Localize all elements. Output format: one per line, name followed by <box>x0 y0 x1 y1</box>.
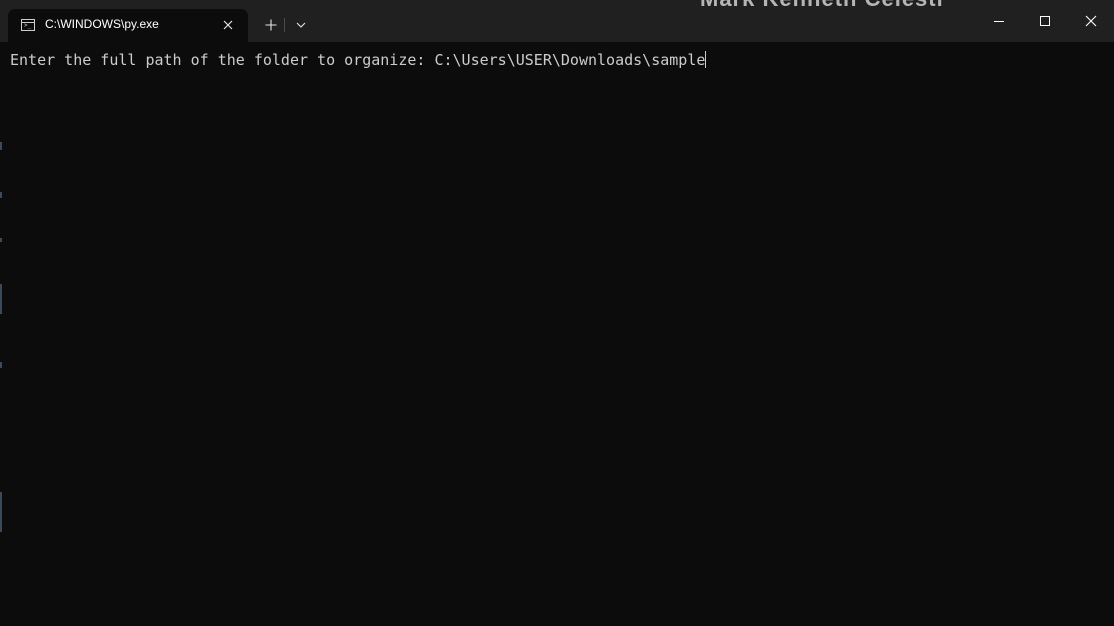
plus-icon <box>265 19 277 31</box>
tab-py-exe[interactable]: C:\WINDOWS\py.exe <box>8 9 248 42</box>
close-icon <box>223 20 233 30</box>
close-button[interactable] <box>1068 0 1114 42</box>
maximize-icon <box>1040 16 1050 26</box>
tab-separator <box>284 18 285 32</box>
prompt-text: Enter the full path of the folder to org… <box>10 51 435 69</box>
terminal-icon <box>21 19 35 31</box>
input-prompt-line: Enter the full path of the folder to org… <box>10 50 707 70</box>
minimize-button[interactable] <box>976 0 1022 42</box>
terminal-window: Mark Kenneth Celestr C:\WINDOWS\py.exe <box>0 0 1114 626</box>
background-window-edge <box>0 42 2 626</box>
terminal-output[interactable]: Enter the full path of the folder to org… <box>0 42 1114 626</box>
close-icon <box>1085 15 1097 27</box>
typed-input: C:\Users\USER\Downloads\sample <box>434 51 706 69</box>
background-window-text: Mark Kenneth Celestr <box>700 0 946 12</box>
tab-dropdown-button[interactable] <box>290 14 312 36</box>
text-cursor <box>705 51 707 68</box>
minimize-icon <box>994 21 1004 22</box>
tab-title: C:\WINDOWS\py.exe <box>45 17 159 31</box>
maximize-button[interactable] <box>1022 0 1068 42</box>
title-bar[interactable]: Mark Kenneth Celestr C:\WINDOWS\py.exe <box>0 0 1114 42</box>
tab-close-button[interactable] <box>218 15 238 35</box>
chevron-down-icon <box>296 22 306 28</box>
new-tab-button[interactable] <box>260 14 282 36</box>
